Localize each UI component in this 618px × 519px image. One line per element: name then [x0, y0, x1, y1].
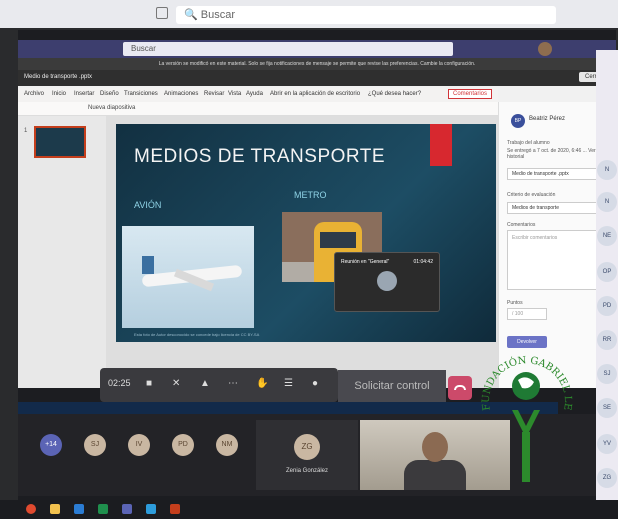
mini-meeting-title: Reunión en "General"	[341, 259, 390, 265]
outer-search-input[interactable]: 🔍 Buscar	[176, 6, 556, 24]
more-participants[interactable]: +14	[40, 434, 62, 456]
train-rail	[282, 262, 314, 282]
attached-file[interactable]: Medio de transporte .pptx	[507, 168, 607, 180]
participant-avatar: SJ	[84, 434, 106, 456]
folder-icon[interactable]	[50, 504, 60, 514]
participant-avatar: IV	[128, 434, 150, 456]
raise-hand-icon[interactable]: ✋	[256, 378, 268, 389]
participant-avatar: PD	[597, 296, 617, 316]
tab-revisar[interactable]: Revisar	[204, 91, 224, 97]
mic-off-icon[interactable]: ✕	[172, 378, 180, 389]
user-avatar[interactable]	[538, 42, 552, 56]
tell-me-search[interactable]: ¿Qué desea hacer?	[368, 91, 421, 97]
store-icon[interactable]	[74, 504, 84, 514]
comments-textarea[interactable]: Escribir comentarios	[507, 230, 607, 290]
teams-icon[interactable]	[122, 504, 132, 514]
call-controls: 02:25 ■ ✕ ▲ ⋯ ✋ ☰ ●	[100, 368, 338, 402]
more-options-icon[interactable]: ⋯	[228, 378, 238, 389]
image-caption: Esta foto de Autor desconocido se conced…	[134, 332, 260, 337]
participant-avatar: OP	[597, 262, 617, 282]
powerpoint-icon[interactable]	[170, 504, 180, 514]
participant-avatar: NE	[597, 226, 617, 246]
new-slide-button[interactable]: Nueva diapositiva	[88, 105, 135, 111]
call-timer: 02:25	[108, 378, 131, 388]
points-input[interactable]: / 100	[507, 308, 547, 320]
plane-label: AVIÓN	[134, 200, 162, 210]
slide-thumbnail[interactable]	[34, 126, 86, 158]
file-name: Medio de transporte .pptx	[18, 70, 616, 86]
teams-title-bar: Buscar	[18, 40, 616, 58]
student-avatar: BP	[511, 114, 525, 128]
participant-avatar: NM	[216, 434, 238, 456]
student-name[interactable]: Beatriz Pérez	[529, 116, 565, 122]
request-control-button[interactable]: Solicitar control	[338, 370, 446, 402]
foundation-logo: FUNDACIÓN GABRIEL LEWIS GALINDO	[478, 340, 573, 482]
tab-archivo[interactable]: Archivo	[24, 91, 44, 97]
figure-body	[522, 432, 530, 482]
mini-meeting-window[interactable]: Reunión en "General" 01:04:42	[334, 252, 440, 312]
participant-name: Zenia González	[285, 468, 329, 474]
tab-insertar[interactable]: Insertar	[74, 91, 94, 97]
participant-avatar: SJ	[597, 364, 617, 384]
slide-title: MEDIOS DE TRANSPORTE	[134, 146, 386, 167]
ribbon-toolbar: Nueva diapositiva	[18, 102, 498, 116]
tab-vista[interactable]: Vista	[228, 91, 241, 97]
person-head	[422, 432, 448, 462]
comments-label: Comentarios	[507, 222, 536, 228]
student-work-label: Trabajo del alumno	[507, 140, 550, 146]
participant-avatar: YV	[597, 434, 617, 454]
tab-transiciones[interactable]: Transiciones	[124, 91, 158, 97]
participant-avatar: N	[597, 160, 617, 180]
points-label: Puntos	[507, 300, 523, 306]
app-icon[interactable]	[146, 504, 156, 514]
tab-ayuda[interactable]: Ayuda	[246, 91, 263, 97]
share-screen-icon[interactable]: ▲	[200, 378, 210, 389]
slide-canvas[interactable]: MEDIOS DE TRANSPORTE AVIÓN METRO Esta fo…	[116, 124, 496, 342]
participant-avatar: ZG	[597, 468, 617, 488]
person-body	[404, 460, 466, 490]
hang-up-button[interactable]	[448, 376, 472, 400]
inner-taskbar	[18, 402, 558, 414]
slide-thumbnails: 1	[18, 116, 106, 388]
open-desktop-link[interactable]: Abrir en la aplicación de escritorio	[270, 91, 360, 97]
participant-avatar: ZG	[294, 434, 320, 460]
tab-diseno[interactable]: Diseño	[100, 91, 119, 97]
participant-avatar: PD	[172, 434, 194, 456]
outer-window-bar: 🔍 Buscar	[0, 0, 618, 28]
teams-search-input[interactable]: Buscar	[123, 42, 453, 56]
participant-avatar: RR	[597, 330, 617, 350]
thumb-number: 1	[24, 128, 28, 134]
train-window	[320, 232, 356, 248]
train-label: METRO	[294, 190, 327, 200]
camera-icon[interactable]: ■	[146, 378, 152, 389]
excel-icon[interactable]	[98, 504, 108, 514]
criteria-select[interactable]: Medios de transporte	[507, 202, 607, 214]
chat-icon[interactable]: ☰	[284, 378, 293, 389]
chrome-icon[interactable]	[26, 504, 36, 514]
edit-icon[interactable]	[156, 7, 168, 19]
powerpoint-app: La versión se modificó en este material.…	[18, 58, 616, 388]
ribbon-tabs: Archivo Inicio Insertar Diseño Transicio…	[18, 88, 498, 102]
participant-avatar: SE	[597, 398, 617, 418]
slide-editor: MEDIOS DE TRANSPORTE AVIÓN METRO Esta fo…	[106, 116, 498, 388]
participant-tile: ZG Zenia González	[256, 420, 358, 490]
participant-avatar: N	[597, 192, 617, 212]
tab-inicio[interactable]: Inicio	[52, 91, 66, 97]
tab-animaciones[interactable]: Animaciones	[164, 91, 198, 97]
search-icon: 🔍	[184, 9, 201, 21]
airplane-image	[122, 226, 254, 328]
windows-taskbar	[0, 500, 618, 519]
mini-avatar	[377, 271, 397, 291]
criteria-label: Criterio de evaluación	[507, 192, 556, 198]
phone-icon	[454, 385, 466, 390]
red-accent-bar	[430, 124, 452, 166]
participant-column: N N NE OP PD RR SJ SE YV ZG	[596, 50, 618, 500]
participants-icon[interactable]: ●	[312, 378, 318, 389]
comments-button[interactable]: Comentarios	[448, 89, 493, 99]
plane-tail	[142, 256, 154, 274]
mini-meeting-time: 01:04:42	[413, 259, 433, 265]
notice-banner: La versión se modificó en este material.…	[18, 58, 616, 70]
